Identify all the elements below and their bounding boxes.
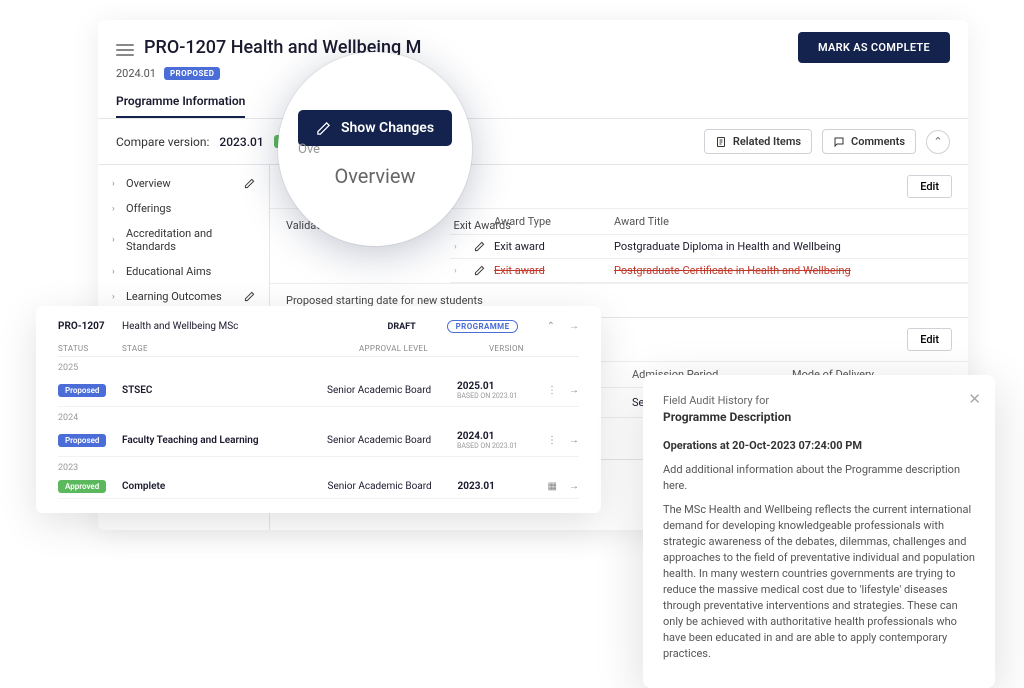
pencil-icon	[244, 178, 255, 189]
chevron-right-icon: ›	[112, 235, 118, 245]
audit-body: The MSc Health and Wellbeing reflects th…	[663, 502, 975, 661]
pencil-icon	[316, 121, 331, 136]
sidebar-item-accreditation-and-standards[interactable]: › Accreditation and Standards	[98, 221, 269, 259]
version-stage: STSEC	[122, 385, 327, 396]
show-changes-button[interactable]: Show Changes	[298, 110, 452, 146]
chevron-right-icon: ›	[112, 179, 118, 189]
versions-card: PRO-1207 Health and Wellbeing MSc DRAFT …	[36, 306, 601, 513]
version-status-draft: DRAFT	[357, 322, 447, 332]
versions-col-version: VERSION	[489, 344, 579, 353]
status-badge: Proposed	[58, 434, 106, 447]
version-approval: Senior Academic Board	[327, 385, 457, 396]
sidebar-item-educational-aims[interactable]: › Educational Aims	[98, 259, 269, 284]
version-number: 2025.01	[457, 381, 494, 392]
sidebar-item-label: Accreditation and Standards	[126, 227, 255, 253]
comment-icon	[833, 136, 845, 148]
award-row[interactable]: › Exit awardPostgraduate Certificate in H…	[450, 259, 968, 283]
version-row[interactable]: Proposed Faculty Teaching and LearningSen…	[58, 425, 579, 457]
audit-history-card: ✕ Field Audit History for Programme Desc…	[643, 375, 995, 688]
versions-col-status: STATUS	[58, 344, 122, 353]
edit-overview-button[interactable]: Edit	[907, 175, 952, 198]
version-based-on: BASED ON 2023.01	[457, 442, 547, 450]
award-title-header: Award Title	[614, 215, 952, 228]
status-badge-proposed: PROPOSED	[164, 67, 220, 80]
version-approval: Senior Academic Board	[328, 481, 458, 492]
version-name: Health and Wellbeing MSc	[122, 321, 357, 332]
version-year: 2023	[58, 457, 579, 475]
award-type-header: Award Type	[494, 215, 614, 228]
more-icon[interactable]: ⋮	[547, 385, 557, 396]
award-title: Postgraduate Diploma in Health and Wellb…	[614, 240, 952, 253]
comments-label: Comments	[851, 135, 905, 148]
version-stage: Complete	[122, 481, 328, 492]
sidebar-item-label: Educational Aims	[126, 265, 255, 278]
versions-col-approval: APPROVAL LEVEL	[359, 344, 489, 353]
version-year: 2025	[58, 357, 579, 375]
compare-label: Compare version:	[116, 135, 209, 149]
chevron-right-icon: ›	[454, 266, 470, 276]
document-icon	[715, 136, 727, 148]
chevron-right-icon: ›	[112, 204, 118, 214]
sidebar-item-label: Overview	[126, 177, 236, 190]
mark-as-complete-button[interactable]: MARK AS COMPLETE	[798, 32, 950, 63]
pencil-icon[interactable]	[474, 265, 494, 276]
version-row[interactable]: Proposed STSECSenior Academic Board2025.0…	[58, 375, 579, 407]
versions-col-stage: STAGE	[122, 344, 359, 353]
version-based-on: BASED ON 2023.01	[457, 392, 547, 400]
version-code: PRO-1207	[58, 321, 122, 332]
sidebar-item-offerings[interactable]: › Offerings	[98, 196, 269, 221]
related-items-label: Related Items	[733, 135, 801, 148]
audit-operation: Operations at 20-Oct-2023 07:24:00 PM	[663, 438, 975, 454]
show-changes-label: Show Changes	[341, 120, 434, 136]
chevron-up-icon[interactable]: ⌃	[547, 321, 555, 332]
related-items-button[interactable]: Related Items	[704, 129, 812, 154]
version-year: 2024	[58, 407, 579, 425]
pencil-icon[interactable]	[474, 241, 494, 252]
more-icon[interactable]: ⋮	[547, 435, 557, 446]
tabs: Programme Information	[98, 86, 968, 119]
award-row[interactable]: › Exit awardPostgraduate Diploma in Healt…	[450, 235, 968, 259]
tab-programme-information[interactable]: Programme Information	[116, 86, 245, 118]
version-stage: Faculty Teaching and Learning	[122, 435, 327, 446]
version-number: 2023.01	[458, 481, 495, 492]
sidebar-item-label: Learning Outcomes	[126, 290, 236, 303]
chevron-right-icon: ›	[112, 292, 118, 302]
edit-offerings-button[interactable]: Edit	[907, 328, 952, 351]
compare-bar: Compare version: 2023.01 APPROVED Sh ‹ ›…	[98, 119, 968, 165]
zoom-overview-label: Overview	[334, 164, 415, 188]
audit-pre: Field Audit History for	[663, 393, 975, 409]
version-text: 2024.01	[116, 67, 156, 80]
collapse-icon[interactable]: ⌃	[926, 130, 950, 154]
chevron-right-icon: ›	[454, 242, 470, 252]
status-badge: Approved	[58, 480, 106, 493]
arrow-right-icon[interactable]: →	[569, 435, 579, 446]
version-number: 2024.01	[457, 431, 494, 442]
award-type: Exit award	[494, 240, 614, 253]
version-subheader: 2024.01 PROPOSED	[98, 67, 968, 86]
audit-note: Add additional information about the Pro…	[663, 462, 975, 494]
compare-version-value[interactable]: 2023.01	[219, 135, 263, 149]
arrow-right-icon[interactable]: →	[569, 481, 579, 492]
menu-icon[interactable]	[116, 41, 134, 55]
version-approval: Senior Academic Board	[327, 435, 457, 446]
pencil-icon	[244, 291, 255, 302]
audit-heading: Programme Description	[663, 409, 975, 426]
award-type: Exit award	[494, 264, 614, 277]
award-title: Postgraduate Certificate in Health and W…	[614, 264, 952, 277]
programme-badge: PROGRAMME	[447, 320, 519, 333]
window-header: PRO-1207 Health and Wellbeing M MARK AS …	[98, 20, 968, 67]
sidebar-item-overview[interactable]: › Overview	[98, 171, 269, 196]
sidebar-item-label: Offerings	[126, 202, 255, 215]
zoom-ov-masked: Ove	[298, 142, 320, 157]
zoom-circle: Ove Show Changes Overview	[278, 52, 472, 246]
arrow-right-icon[interactable]: →	[569, 385, 579, 396]
chevron-right-icon: ›	[112, 267, 118, 277]
status-badge: Proposed	[58, 384, 106, 397]
calendar-icon[interactable]: ▦	[548, 481, 557, 492]
comments-button[interactable]: Comments	[822, 129, 916, 154]
close-icon[interactable]: ✕	[968, 389, 981, 411]
arrow-right-icon[interactable]: →	[569, 321, 579, 332]
version-row[interactable]: Approved CompleteSenior Academic Board202…	[58, 475, 579, 499]
